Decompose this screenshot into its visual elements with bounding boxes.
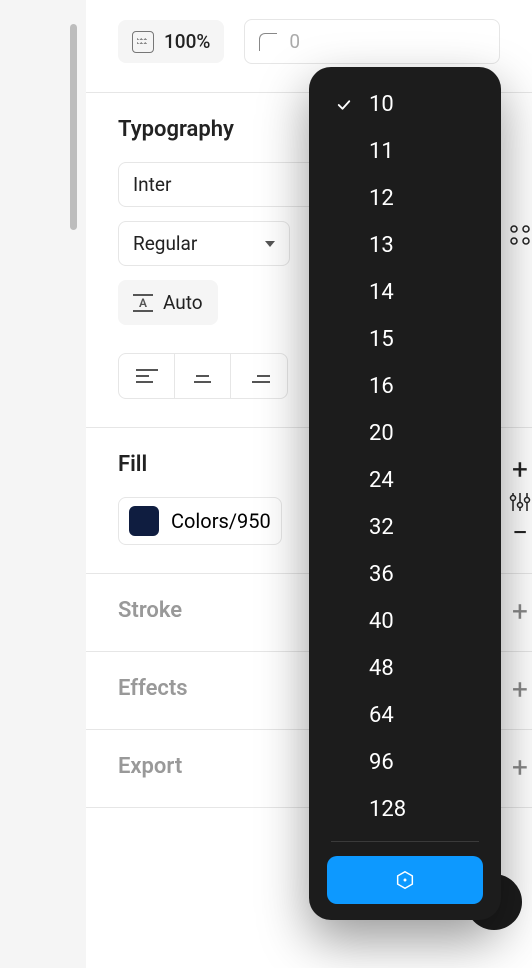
size-option-64[interactable]: 64 <box>309 692 501 739</box>
size-option-24[interactable]: 24 <box>309 457 501 504</box>
size-option-label: 20 <box>369 421 473 446</box>
font-size-dropdown: 10 11 12 13 14 15 16 20 24 32 36 40 48 64 96 128 <box>309 67 501 920</box>
styles-icon[interactable] <box>508 223 532 251</box>
add-export-button[interactable]: + <box>508 756 532 780</box>
chevron-down-icon <box>265 241 275 247</box>
align-center-button[interactable] <box>175 354 231 398</box>
size-option-12[interactable]: 12 <box>309 175 501 222</box>
size-option-13[interactable]: 13 <box>309 222 501 269</box>
size-option-label: 96 <box>369 750 473 775</box>
size-option-label: 24 <box>369 468 473 493</box>
size-option-label: 14 <box>369 280 473 305</box>
size-option-label: 128 <box>369 797 473 822</box>
remove-fill-button[interactable]: − <box>508 516 532 549</box>
font-weight-value: Regular <box>133 232 197 255</box>
size-option-label: 16 <box>369 374 473 399</box>
size-option-label: 15 <box>369 327 473 352</box>
size-option-15[interactable]: 15 <box>309 316 501 363</box>
size-option-label: 12 <box>369 186 473 211</box>
size-option-32[interactable]: 32 <box>309 504 501 551</box>
line-height-value: Auto <box>163 291 203 314</box>
fill-swatch-name: Colors/950 <box>171 509 271 533</box>
radius-placeholder: 0 <box>289 30 300 53</box>
check-icon <box>335 96 369 114</box>
size-option-label: 32 <box>369 515 473 540</box>
add-fill-button[interactable]: + <box>508 458 532 482</box>
size-option-11[interactable]: 11 <box>309 128 501 175</box>
align-right-button[interactable] <box>231 354 287 398</box>
size-option-36[interactable]: 36 <box>309 551 501 598</box>
line-height-icon: A <box>133 294 153 312</box>
opacity-value: 100% <box>164 30 210 53</box>
add-stroke-button[interactable]: + <box>508 600 532 624</box>
size-option-20[interactable]: 20 <box>309 410 501 457</box>
add-effect-button[interactable]: + <box>508 678 532 702</box>
size-option-48[interactable]: 48 <box>309 645 501 692</box>
scrollbar-thumb[interactable] <box>70 24 77 230</box>
opacity-icon <box>132 31 154 53</box>
line-height-input[interactable]: A Auto <box>118 280 218 325</box>
size-option-label: 36 <box>369 562 473 587</box>
corner-radius-icon <box>259 33 277 51</box>
corner-radius-input[interactable]: 0 <box>244 19 500 64</box>
size-option-label: 48 <box>369 656 473 681</box>
align-left-button[interactable] <box>119 354 175 398</box>
size-option-14[interactable]: 14 <box>309 269 501 316</box>
size-option-label: 10 <box>369 92 473 117</box>
size-option-label: 40 <box>369 609 473 634</box>
font-weight-select[interactable]: Regular <box>118 221 290 266</box>
opacity-input[interactable]: 100% <box>118 20 224 63</box>
size-option-128[interactable]: 128 <box>309 786 501 833</box>
apply-variable-button[interactable] <box>327 856 483 904</box>
size-option-label: 64 <box>369 703 473 728</box>
size-option-label: 11 <box>369 139 473 164</box>
font-family-value: Inter <box>133 173 171 196</box>
size-option-label: 13 <box>369 233 473 258</box>
size-option-96[interactable]: 96 <box>309 739 501 786</box>
dropdown-separator <box>331 841 479 842</box>
size-option-40[interactable]: 40 <box>309 598 501 645</box>
fill-swatch[interactable] <box>129 506 159 536</box>
text-align-segmented <box>118 353 288 399</box>
size-option-10[interactable]: 10 <box>309 81 501 128</box>
fill-swatch-row[interactable]: Colors/950 <box>118 497 282 545</box>
size-option-16[interactable]: 16 <box>309 363 501 410</box>
